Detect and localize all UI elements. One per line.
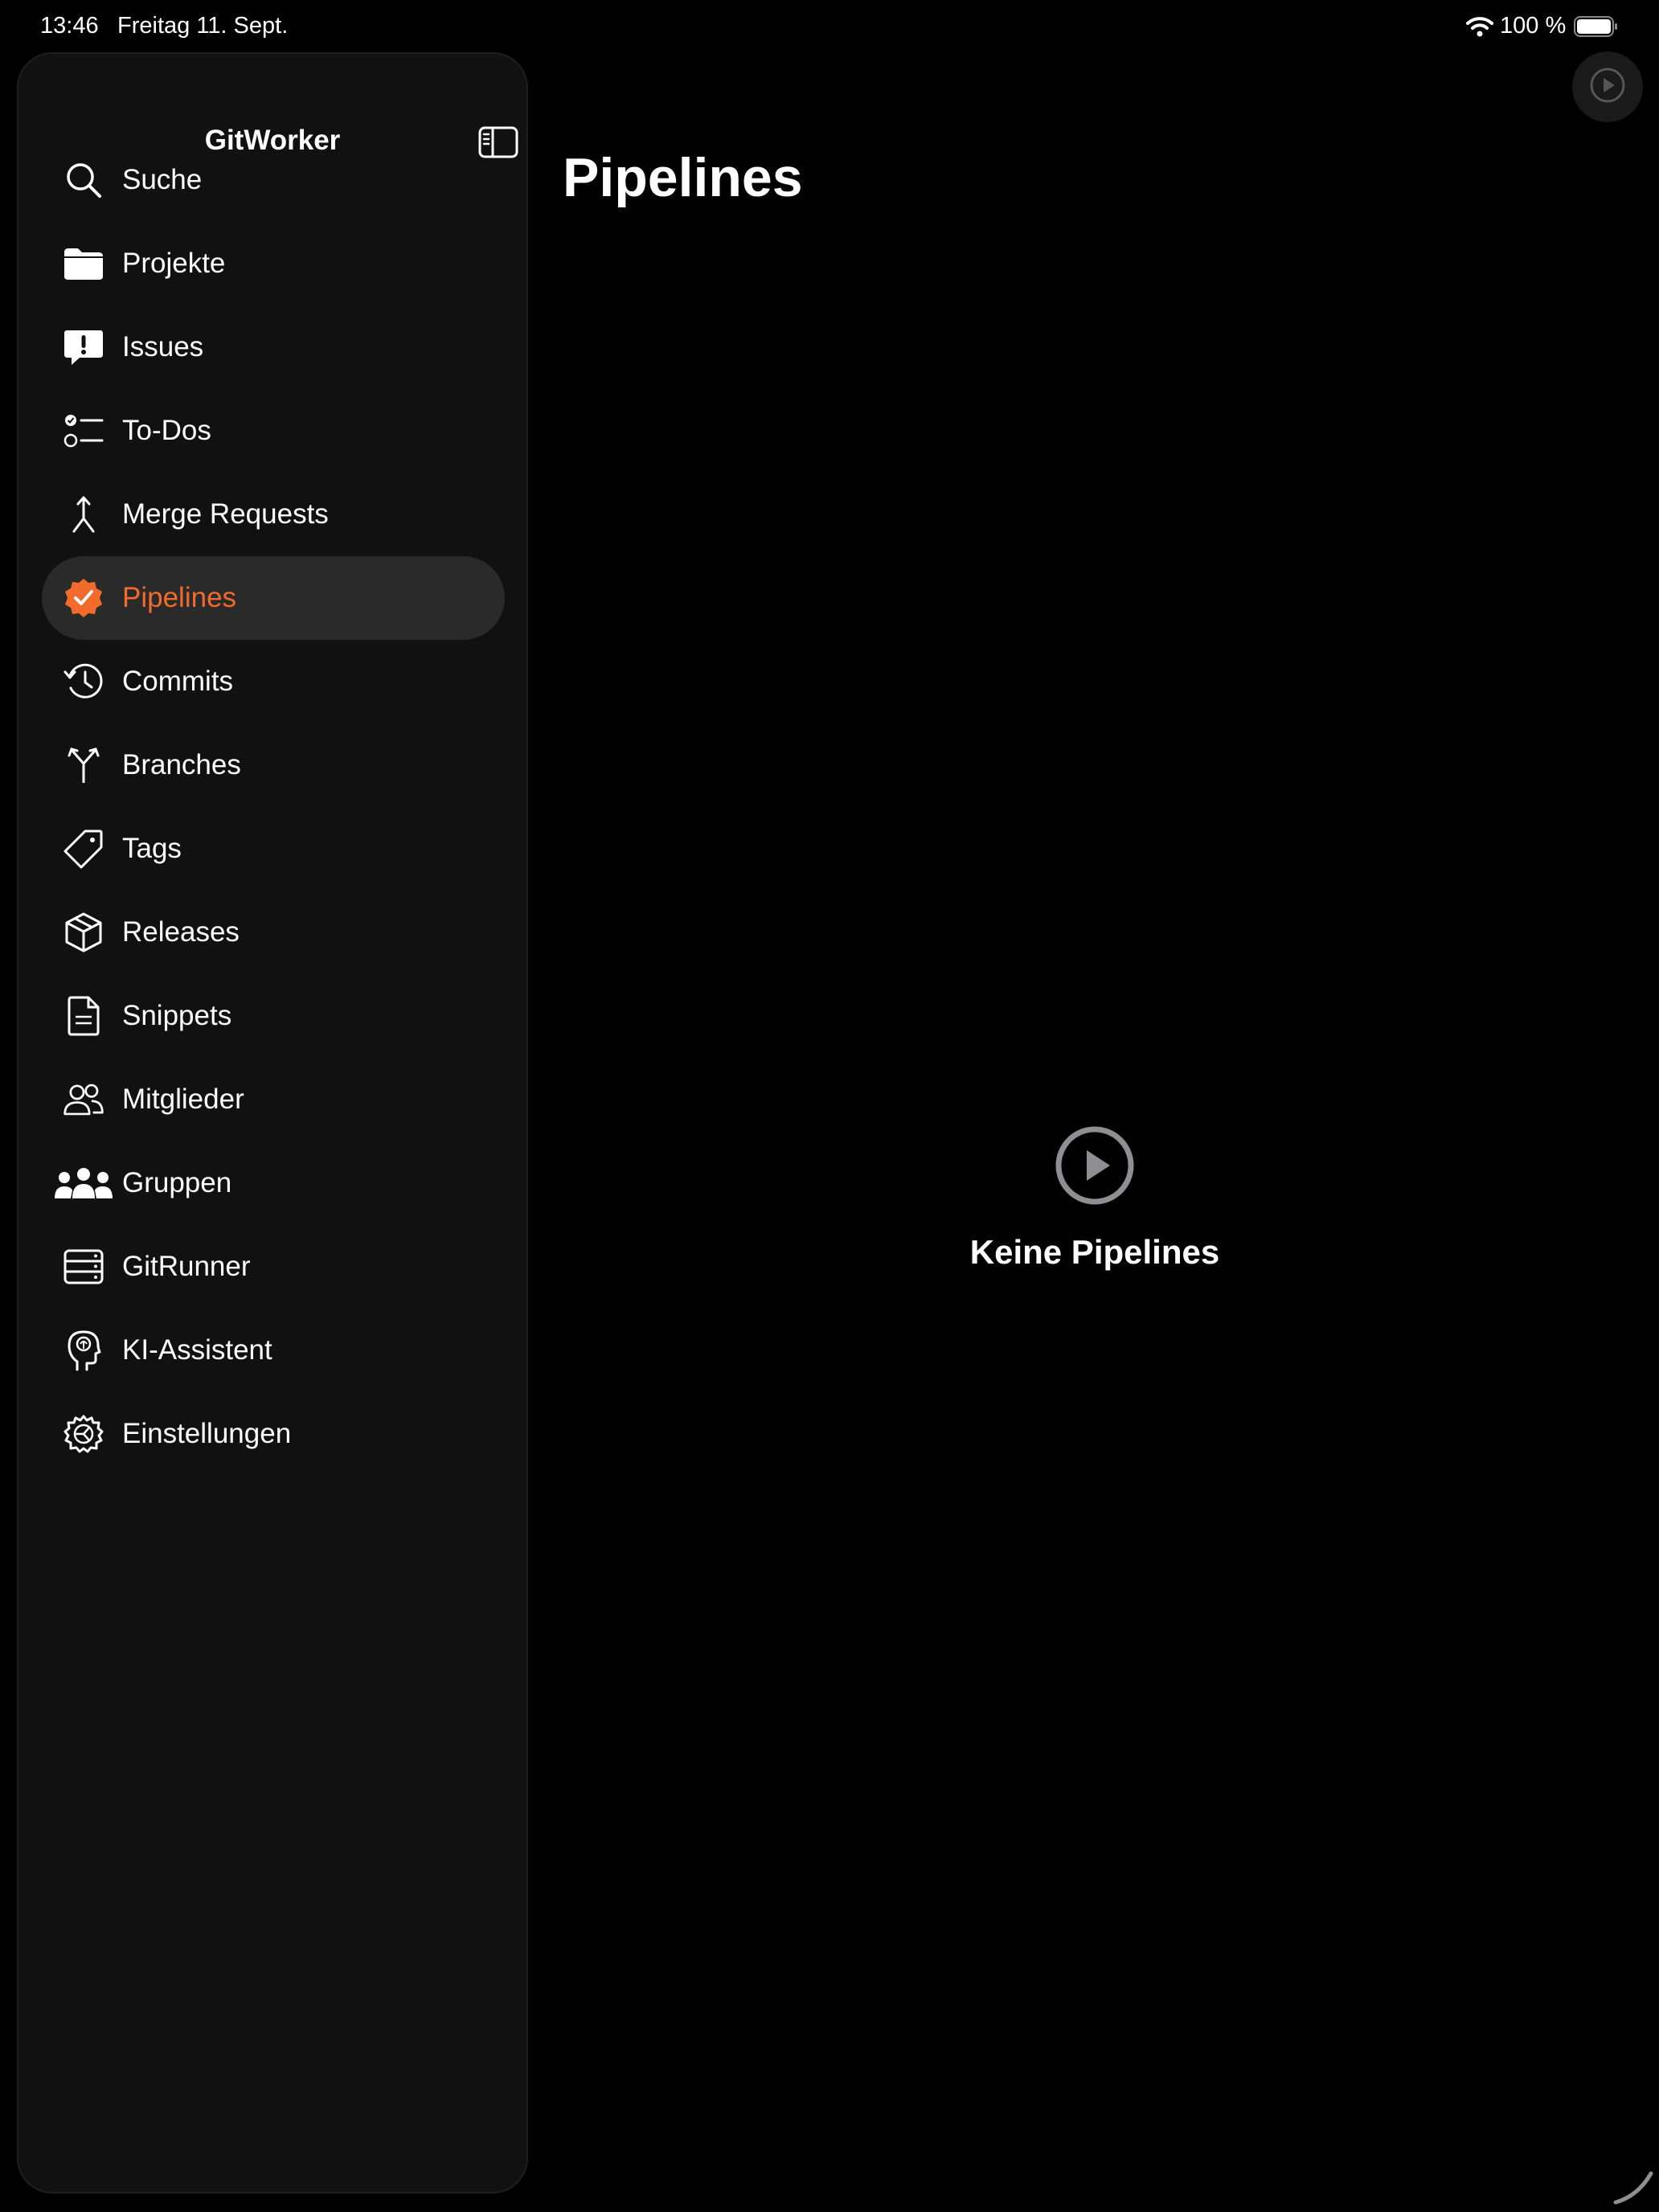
run-pipeline-button[interactable] [1572,51,1643,122]
empty-state-text: Keine Pipelines [969,1233,1220,1271]
history-clock-icon [63,661,104,703]
sidebar-item-einstellungen[interactable]: Einstellungen [42,1392,505,1476]
sidebar-item-label: GitRunner [122,1251,251,1282]
sidebar-item-label: Einstellungen [122,1418,292,1449]
sidebar-item-tags[interactable]: Tags [42,807,505,891]
status-date: Freitag 11. Sept. [117,13,289,39]
sidebar-item-releases[interactable]: Releases [42,891,505,974]
sidebar-item-branches[interactable]: Branches [42,723,505,807]
sidebar-item-label: Tags [122,833,182,864]
wifi-icon [1466,16,1493,37]
sidebar-item-label: Suche [122,164,203,195]
sidebar-item-label: Commits [122,666,234,697]
play-circle-icon [1053,1124,1137,1207]
page-title: Pipelines [563,147,803,208]
sidebar-item-label: KI-Assistent [122,1334,272,1366]
folder-icon [63,243,104,285]
sidebar-item-label: Gruppen [122,1167,232,1198]
people-icon [63,1079,104,1120]
sidebar-item-label: Projekte [122,248,226,279]
sidebar-item-todos[interactable]: To-Dos [42,389,505,473]
battery-icon [1574,16,1619,37]
checkmark-seal-icon [63,577,104,619]
app-screen: 13:46 Freitag 11. Sept. 100 % GitWorker [0,0,1659,2212]
status-time: 13:46 [40,13,99,39]
search-icon [63,159,104,201]
sidebar-item-projekte[interactable]: Projekte [42,222,505,305]
sidebar-item-label: Snippets [122,1000,232,1031]
document-icon [63,995,104,1037]
battery-percentage: 100 % [1500,13,1567,39]
sidebar-item-gruppen[interactable]: Gruppen [42,1141,505,1225]
brain-head-icon [63,1329,104,1371]
sidebar-item-gitrunner[interactable]: GitRunner [42,1225,505,1309]
sidebar-item-label: Mitglieder [122,1083,244,1115]
play-circle-icon [1588,66,1627,109]
sidebar-item-label: Issues [122,331,204,363]
gear-play-icon [63,1413,104,1455]
checklist-icon [63,410,104,452]
package-box-icon [63,911,104,953]
sidebar-item-label: Releases [122,916,240,948]
sidebar-item-label: To-Dos [122,415,211,446]
sidebar-item-snippets[interactable]: Snippets [42,974,505,1058]
sidebar-item-suche[interactable]: Suche [42,138,505,222]
sidebar-item-ki-assistent[interactable]: KI-Assistent [42,1309,505,1392]
sidebar-item-label: Pipelines [122,582,237,613]
group-icon [53,1162,114,1204]
branch-icon [63,744,104,786]
exclamation-bubble-icon [63,326,104,368]
resize-handle-icon[interactable] [1611,2161,1656,2206]
tag-icon [63,828,104,870]
sidebar-item-label: Merge Requests [122,498,329,530]
sidebar-item-mitglieder[interactable]: Mitglieder [42,1058,505,1141]
sidebar-item-pipelines[interactable]: Pipelines [42,556,505,640]
sidebar-item-label: Branches [122,749,241,780]
merge-icon [63,494,104,535]
server-rack-icon [63,1246,104,1288]
sidebar-item-commits[interactable]: Commits [42,640,505,723]
sidebar-item-merge-requests[interactable]: Merge Requests [42,473,505,556]
sidebar-item-issues[interactable]: Issues [42,305,505,389]
